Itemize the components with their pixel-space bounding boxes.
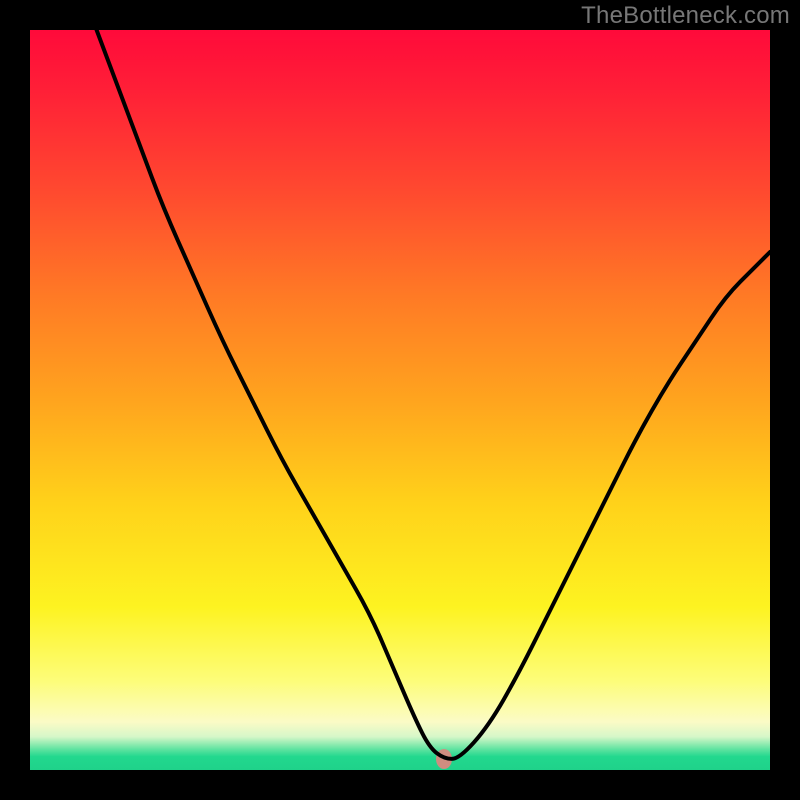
- bottleneck-curve: [30, 30, 770, 770]
- watermark-label: TheBottleneck.com: [581, 2, 790, 30]
- chart-frame: TheBottleneck.com: [0, 0, 800, 800]
- plot-area: [30, 30, 770, 770]
